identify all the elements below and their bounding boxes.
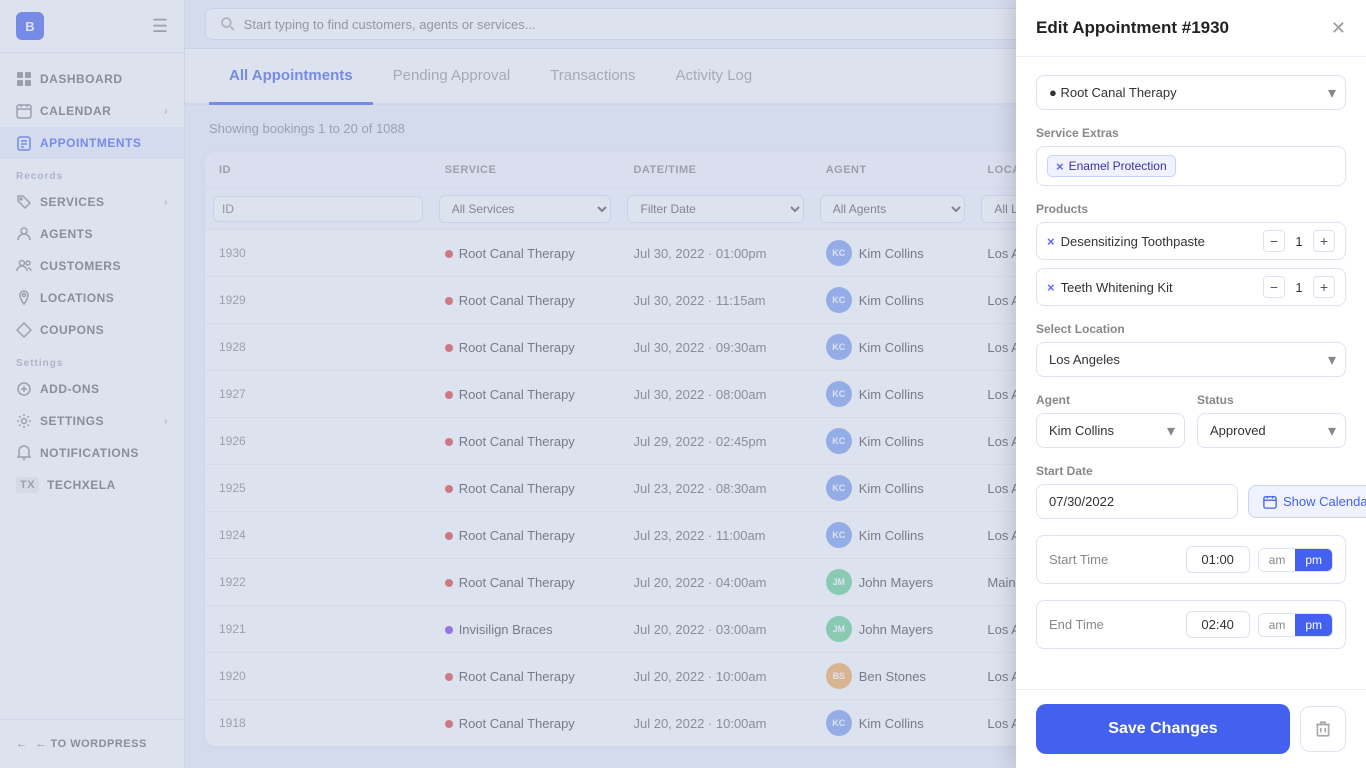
service-extras-tags: × Enamel Protection — [1036, 146, 1346, 186]
start-time-ampm: am pm — [1258, 548, 1333, 572]
qty-increase-whitening[interactable]: + — [1313, 276, 1335, 298]
status-label: Status — [1197, 393, 1346, 407]
enamel-protection-label: Enamel Protection — [1069, 159, 1167, 173]
location-field: Select Location Los Angeles — [1036, 322, 1346, 377]
end-time-ampm: am pm — [1258, 613, 1333, 637]
products-field: Products × Desensitizing Toothpaste − 1 … — [1036, 202, 1346, 306]
end-time-am-button[interactable]: am — [1259, 614, 1296, 636]
save-changes-button[interactable]: Save Changes — [1036, 704, 1290, 754]
start-time-pm-button[interactable]: pm — [1295, 549, 1332, 571]
toothpaste-name: Desensitizing Toothpaste — [1061, 234, 1257, 249]
agent-select[interactable]: Kim Collins — [1036, 413, 1185, 448]
start-date-label: Start Date — [1036, 464, 1346, 478]
qty-val-whitening: 1 — [1291, 280, 1307, 295]
agent-label: Agent — [1036, 393, 1185, 407]
service-select[interactable]: ● Root Canal Therapy — [1036, 75, 1346, 110]
product-item-toothpaste: × Desensitizing Toothpaste − 1 + — [1036, 222, 1346, 260]
qty-decrease-whitening[interactable]: − — [1263, 276, 1285, 298]
start-time-row: Start Time am pm — [1036, 535, 1346, 584]
date-row: Show Calendar — [1036, 484, 1346, 519]
end-time-row: End Time am pm — [1036, 600, 1346, 649]
product-item-whitening: × Teeth Whitening Kit − 1 + — [1036, 268, 1346, 306]
edit-appointment-modal: Edit Appointment #1930 ✕ ● Root Canal Th… — [1016, 0, 1366, 768]
start-date-input[interactable] — [1036, 484, 1238, 519]
show-calendar-label: Show Calendar — [1283, 494, 1366, 509]
service-extras-label: Service Extras — [1036, 126, 1346, 140]
qty-increase-toothpaste[interactable]: + — [1313, 230, 1335, 252]
products-label: Products — [1036, 202, 1346, 216]
end-time-field: End Time am pm — [1036, 600, 1346, 649]
start-time-input[interactable] — [1186, 546, 1250, 573]
start-date-field: Start Date Show Calendar — [1036, 464, 1346, 519]
service-field: ● Root Canal Therapy — [1036, 75, 1346, 110]
trash-icon — [1314, 720, 1332, 738]
modal-header: Edit Appointment #1930 ✕ — [1016, 0, 1366, 57]
end-time-pm-button[interactable]: pm — [1295, 614, 1332, 636]
service-extras-field: Service Extras × Enamel Protection — [1036, 126, 1346, 186]
location-label: Select Location — [1036, 322, 1346, 336]
qty-control-toothpaste: − 1 + — [1263, 230, 1335, 252]
modal-footer: Save Changes — [1016, 689, 1366, 768]
end-time-label: End Time — [1049, 617, 1178, 632]
remove-enamel-tag[interactable]: × — [1056, 160, 1064, 173]
agent-field: Agent Kim Collins — [1036, 393, 1185, 448]
remove-toothpaste-icon[interactable]: × — [1047, 234, 1055, 249]
status-select[interactable]: Approved — [1197, 413, 1346, 448]
whitening-name: Teeth Whitening Kit — [1061, 280, 1257, 295]
qty-decrease-toothpaste[interactable]: − — [1263, 230, 1285, 252]
qty-control-whitening: − 1 + — [1263, 276, 1335, 298]
location-select[interactable]: Los Angeles — [1036, 342, 1346, 377]
start-time-label: Start Time — [1049, 552, 1178, 567]
products-list: × Desensitizing Toothpaste − 1 + × Teeth… — [1036, 222, 1346, 306]
remove-whitening-icon[interactable]: × — [1047, 280, 1055, 295]
tag-enamel-protection: × Enamel Protection — [1047, 155, 1176, 177]
show-calendar-button[interactable]: Show Calendar — [1248, 485, 1366, 518]
agent-status-row: Agent Kim Collins Status Approved — [1036, 393, 1346, 448]
status-field: Status Approved — [1197, 393, 1346, 448]
start-time-am-button[interactable]: am — [1259, 549, 1296, 571]
close-icon[interactable]: ✕ — [1331, 19, 1346, 37]
end-time-input[interactable] — [1186, 611, 1250, 638]
qty-val-toothpaste: 1 — [1291, 234, 1307, 249]
modal-title: Edit Appointment #1930 — [1036, 18, 1229, 38]
delete-button[interactable] — [1300, 706, 1346, 752]
start-time-field: Start Time am pm — [1036, 535, 1346, 584]
modal-body: ● Root Canal Therapy Service Extras × En… — [1016, 57, 1366, 689]
calendar-small-icon — [1263, 495, 1277, 509]
